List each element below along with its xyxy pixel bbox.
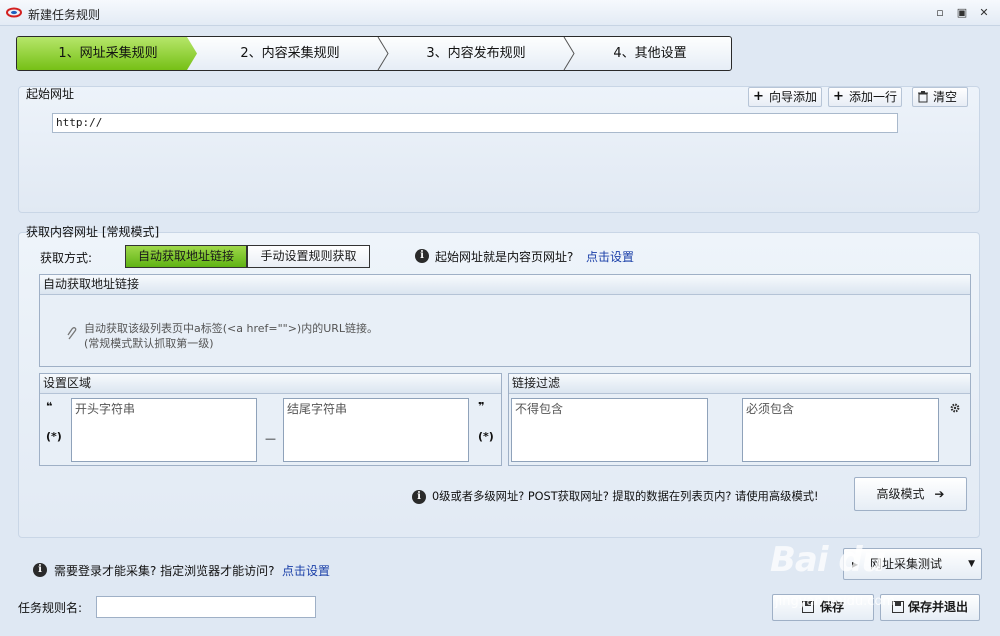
start-is-content-link[interactable]: 点击设置 <box>586 248 634 265</box>
arrow-right-icon: ➔ <box>934 487 945 501</box>
step-separator-icon <box>563 37 575 70</box>
wizard-step-3[interactable]: 3、内容发布规则 <box>383 37 569 70</box>
info-icon: i <box>415 249 429 263</box>
minimize-button[interactable]: ▫ <box>932 6 948 20</box>
auto-fetch-desc-2: (常规模式默认抓取第一级) <box>84 337 214 350</box>
wizard-step-4-label: 4、其他设置 <box>613 46 687 61</box>
login-hint: 需要登录才能采集? 指定浏览器才能访问? <box>54 564 275 578</box>
window-title: 新建任务规则 <box>28 8 101 22</box>
wizard-step-1-label: 1、网址采集规则 <box>58 46 158 61</box>
plus-icon: + <box>833 89 844 104</box>
trash-icon <box>918 91 928 103</box>
rule-name-input[interactable] <box>96 596 316 618</box>
start-url-title: 起始网址 <box>26 87 75 101</box>
start-string-input[interactable]: 开头字符串 <box>71 398 257 462</box>
info-icon: i <box>412 490 426 504</box>
wizard-steps: 1、网址采集规则 2、内容采集规则 3、内容发布规则 4、其他设置 <box>16 36 732 71</box>
baidu-watermark: Bai du <box>770 540 886 580</box>
auto-fetch-box-title: 自动获取地址链接 <box>40 275 970 295</box>
method-label: 获取方式: <box>40 251 93 265</box>
content-url-title: 获取内容网址 [常规模式] <box>26 225 160 239</box>
baidu-watermark-url: jingyan.baidu.com <box>775 594 895 609</box>
app-logo-icon <box>6 7 22 18</box>
filter-box-title: 链接过滤 <box>509 374 970 394</box>
exclude-input[interactable]: 不得包含 <box>511 398 708 462</box>
wizard-step-1[interactable]: 1、网址采集规则 <box>17 37 197 70</box>
wizard-add-button[interactable]: + 向导添加 <box>748 87 822 107</box>
end-string-input[interactable]: 结尾字符串 <box>283 398 469 462</box>
start-url-input[interactable]: http:// <box>52 113 898 133</box>
region-dash: — <box>265 432 276 445</box>
wizard-add-label: 向导添加 <box>769 90 818 104</box>
quote-close-icon: ❞ <box>478 400 485 413</box>
clear-button[interactable]: 清空 <box>912 87 968 107</box>
advanced-mode-label: 高级模式 <box>876 487 925 501</box>
wizard-step-3-label: 3、内容发布规则 <box>426 46 526 61</box>
login-settings-link[interactable]: 点击设置 <box>282 562 330 579</box>
clear-label: 清空 <box>933 90 958 104</box>
wildcard-left: (*) <box>46 430 62 443</box>
wizard-step-2-label: 2、内容采集规则 <box>240 46 340 61</box>
include-input[interactable]: 必须包含 <box>742 398 939 462</box>
region-box-title: 设置区域 <box>40 374 501 394</box>
maximize-button[interactable]: ▣ <box>954 6 970 20</box>
add-row-label: 添加一行 <box>849 90 898 104</box>
rule-name-label: 任务规则名: <box>18 601 83 615</box>
wizard-step-2[interactable]: 2、内容采集规则 <box>197 37 383 70</box>
start-is-content-hint: 起始网址就是内容页网址? <box>435 250 574 264</box>
quote-open-icon: ❝ <box>46 400 53 413</box>
plus-icon: + <box>753 89 764 104</box>
title-bar: 新建任务规则 ▫ ▣ ✕ <box>0 0 1000 26</box>
wizard-step-4[interactable]: 4、其他设置 <box>569 37 731 70</box>
close-button[interactable]: ✕ <box>976 6 992 20</box>
paperclip-icon <box>67 327 77 340</box>
info-icon: i <box>33 563 47 577</box>
method-auto-toggle[interactable]: 自动获取地址链接 <box>125 245 247 268</box>
advanced-hint: 0级或者多级网址? POST获取网址? 提取的数据在列表页内? 请使用高级模式! <box>432 490 819 503</box>
chevron-down-icon: ▼ <box>968 559 975 569</box>
add-row-button[interactable]: + 添加一行 <box>828 87 902 107</box>
gear-icon[interactable] <box>949 402 961 414</box>
auto-fetch-desc-1: 自动获取该级列表页中a标签(<a href="">)内的URL链接。 <box>84 322 379 335</box>
wildcard-right: (*) <box>478 430 494 443</box>
advanced-mode-button[interactable]: 高级模式 ➔ <box>854 477 967 511</box>
save-exit-button[interactable]: 保存并退出 <box>880 594 980 621</box>
save-exit-label: 保存并退出 <box>907 600 968 614</box>
step-separator-icon <box>377 37 389 70</box>
method-manual-toggle[interactable]: 手动设置规则获取 <box>247 245 370 268</box>
